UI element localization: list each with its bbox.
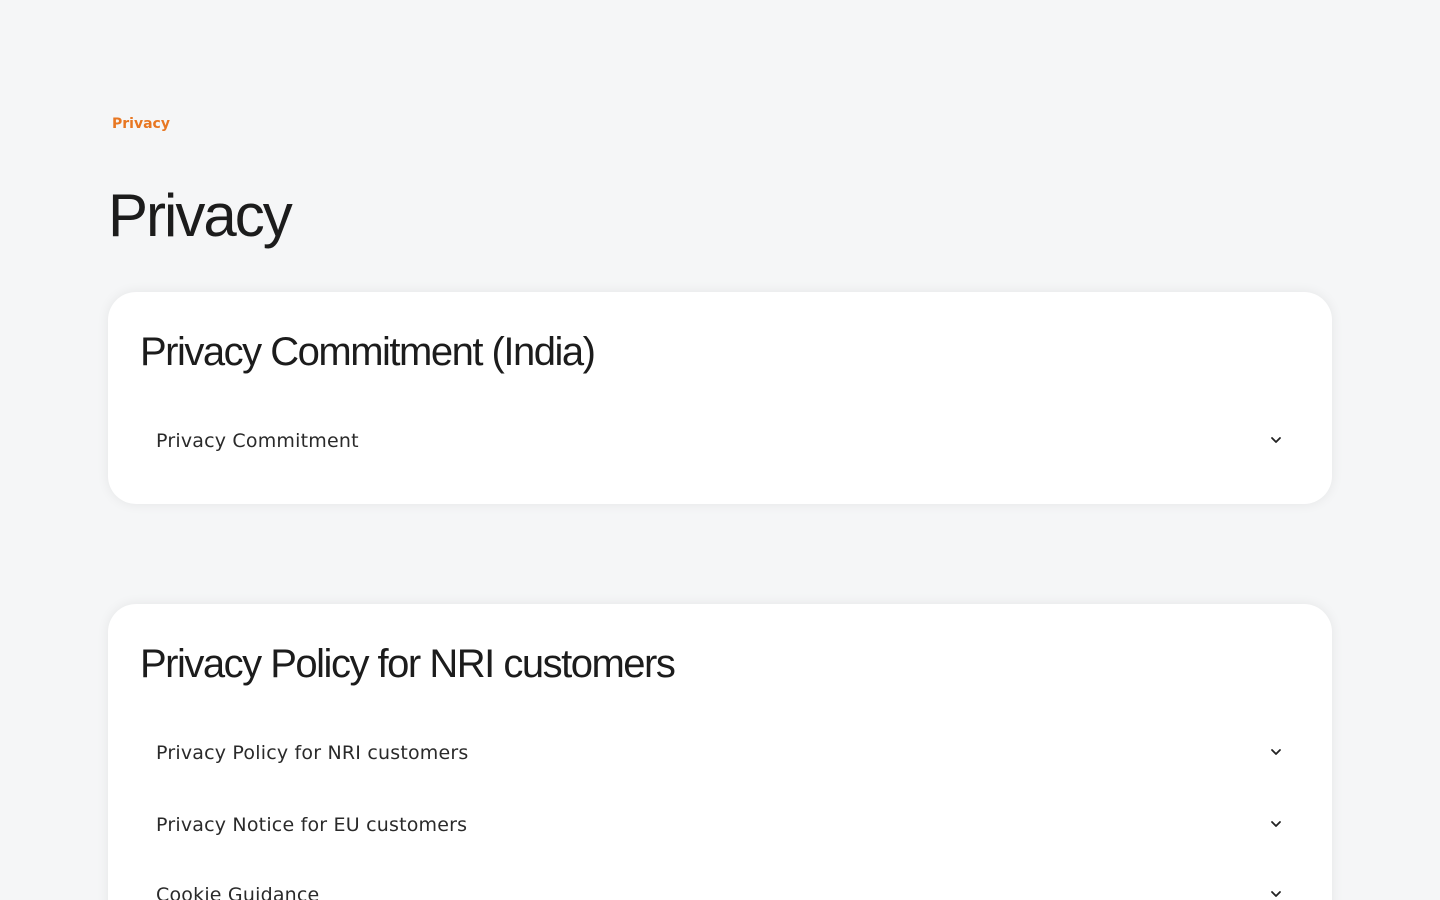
chevron-down-icon[interactable] (1268, 432, 1284, 448)
privacy-commitment-card: Privacy Commitment (India) Privacy Commi… (108, 292, 1332, 504)
accordion-item-privacy-policy-nri[interactable]: Privacy Policy for NRI customers (156, 734, 1284, 774)
accordion-item-privacy-notice-eu[interactable]: Privacy Notice for EU customers (156, 806, 1284, 846)
breadcrumb[interactable]: Privacy (112, 116, 170, 132)
accordion-item-label: Privacy Commitment (156, 430, 359, 452)
accordion-item-cookie-guidance[interactable]: Cookie Guidance (156, 876, 1284, 900)
chevron-down-icon[interactable] (1268, 816, 1284, 832)
chevron-down-icon[interactable] (1268, 744, 1284, 760)
section-title: Privacy Policy for NRI customers (140, 642, 676, 686)
accordion-item-label: Cookie Guidance (156, 884, 320, 900)
accordion-item-privacy-commitment[interactable]: Privacy Commitment (156, 422, 1284, 462)
chevron-down-icon[interactable] (1268, 886, 1284, 900)
privacy-page: Privacy Privacy Privacy Commitment (Indi… (0, 0, 1440, 900)
privacy-policy-nri-card: Privacy Policy for NRI customers Privacy… (108, 604, 1332, 900)
accordion-item-label: Privacy Notice for EU customers (156, 814, 468, 836)
page-title: Privacy (108, 182, 293, 249)
accordion-item-label: Privacy Policy for NRI customers (156, 742, 469, 764)
section-title: Privacy Commitment (India) (140, 330, 596, 374)
